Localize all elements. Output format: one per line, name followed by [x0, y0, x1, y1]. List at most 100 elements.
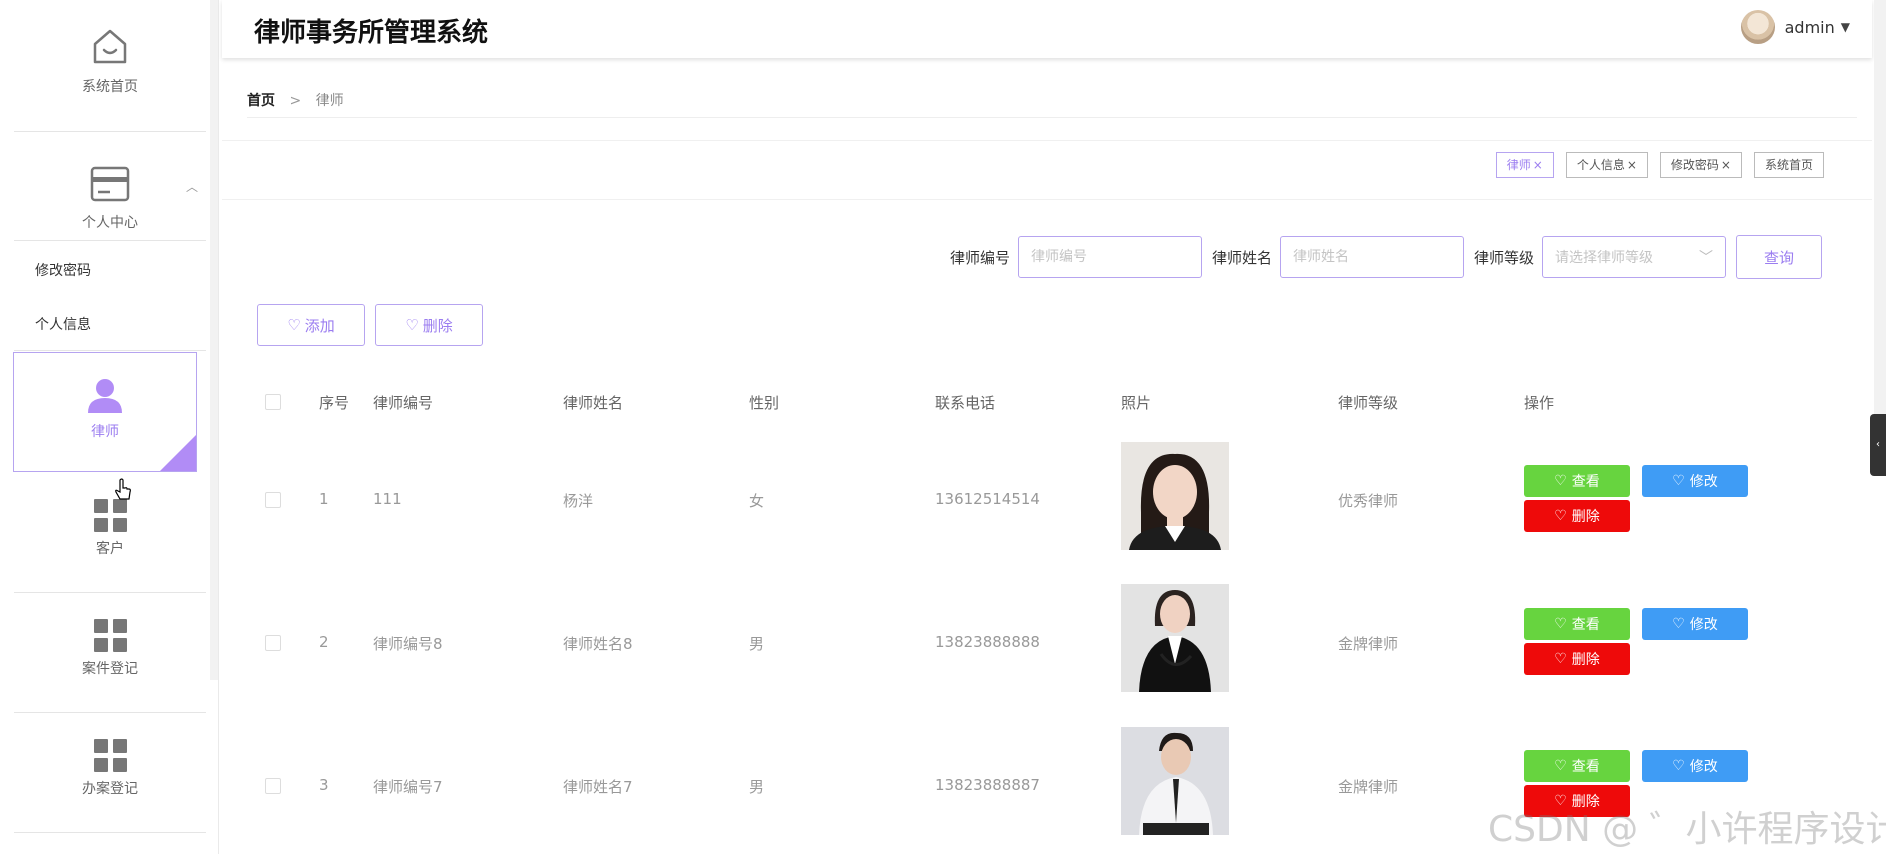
cell-index: 3 [319, 776, 329, 794]
cell-gender: 女 [749, 492, 765, 510]
lawyer-no-label: 律师编号 [950, 248, 1011, 267]
query-button[interactable]: 查询 [1736, 235, 1823, 279]
select-all-checkbox[interactable] [265, 394, 281, 410]
lawyer-level-select[interactable]: 请选择律师等级 ﹀ [1542, 236, 1727, 278]
view-label: 查看 [1571, 617, 1600, 633]
sidebar-item-client-label: 客户 [96, 541, 124, 557]
heart-icon: ♡ [1554, 616, 1567, 632]
lawyer-no-input[interactable] [1018, 236, 1203, 278]
lawyer-photo [1121, 442, 1229, 550]
col-gender: 性别 [749, 394, 780, 412]
cell-level: 金牌律师 [1338, 778, 1399, 796]
edit-button[interactable]: ♡ 修改 [1642, 608, 1748, 640]
divider [14, 240, 206, 241]
sidebar-item-client[interactable]: 客户 [14, 498, 206, 558]
divider [14, 592, 206, 593]
view-button[interactable]: ♡ 查看 [1524, 465, 1630, 497]
cell-phone: 13823888887 [935, 776, 1040, 794]
top-header: 律师事务所管理系统 admin ▼ [222, 0, 1872, 58]
row-checkbox[interactable] [265, 492, 281, 508]
sidebar-item-handle-registration[interactable]: 办案登记 [14, 738, 206, 798]
delete-button[interactable]: ♡ 删除 [1524, 500, 1630, 532]
edit-button[interactable]: ♡ 修改 [1642, 750, 1748, 782]
tag-label: 律师 [1506, 158, 1531, 172]
heart-icon: ♡ [1554, 473, 1567, 489]
page-scrollbar[interactable] [1874, 0, 1886, 414]
tag-change-password[interactable]: 修改密码 × [1659, 152, 1742, 178]
breadcrumb-home[interactable]: 首页 [247, 93, 275, 109]
view-button[interactable]: ♡ 查看 [1524, 750, 1630, 782]
lawyer-name-input[interactable] [1280, 236, 1465, 278]
edit-label: 修改 [1689, 759, 1718, 775]
cell-lawyer-name: 杨洋 [563, 492, 594, 510]
divider [14, 350, 206, 351]
heart-icon: ♡ [1672, 616, 1685, 632]
divider [14, 832, 206, 833]
chevron-up-icon[interactable]: ︿ [186, 178, 198, 195]
sidebar-item-case-registration-label: 案件登记 [82, 661, 138, 677]
heart-icon: ♡ [1554, 758, 1567, 774]
person-icon [88, 379, 122, 413]
cell-level: 优秀律师 [1338, 492, 1399, 510]
col-photo: 照片 [1121, 394, 1152, 412]
heart-icon: ♡ [405, 316, 419, 334]
user-menu[interactable]: admin ▼ [1740, 10, 1850, 44]
hand-cursor-icon [115, 478, 131, 500]
sidebar-item-personal[interactable]: 个人中心 [14, 166, 206, 232]
sidebar-sub-change-password[interactable]: 修改密码 [35, 260, 91, 280]
cell-lawyer-name: 律师姓名7 [563, 778, 633, 796]
close-icon[interactable]: × [1627, 153, 1637, 177]
delete-button[interactable]: ♡ 删除 [1524, 643, 1630, 675]
col-phone: 联系电话 [935, 394, 996, 412]
cell-phone: 13612514514 [935, 490, 1040, 508]
cell-index: 2 [319, 633, 329, 651]
sidebar: 系统首页 个人中心 ︿ 修改密码 个人信息 律师 客户 案件登记 办案登记 [0, 0, 219, 854]
batch-delete-button-label: 删除 [422, 316, 453, 335]
side-toggle-handle[interactable]: ‹ [1870, 414, 1886, 476]
watermark: CSDN @ ゛小许程序设计 [1488, 809, 1886, 850]
cell-gender: 男 [749, 778, 765, 796]
sidebar-sub-personal-info[interactable]: 个人信息 [35, 314, 91, 334]
cell-index: 1 [319, 490, 329, 508]
breadcrumb-current: 律师 [315, 93, 344, 109]
cell-level: 金牌律师 [1338, 635, 1399, 653]
row-checkbox[interactable] [265, 778, 281, 794]
lawyer-level-placeholder: 请选择律师等级 [1555, 250, 1654, 266]
lawyer-name-label: 律师姓名 [1212, 248, 1273, 267]
delete-label: 删除 [1571, 509, 1600, 525]
search-form: 律师编号 律师姓名 律师等级 请选择律师等级 ﹀ 查询 [950, 235, 1823, 279]
batch-delete-button[interactable]: ♡ 删除 [375, 304, 483, 346]
col-level: 律师等级 [1338, 394, 1399, 412]
divider [222, 199, 1872, 200]
tag-home[interactable]: 系统首页 [1753, 152, 1824, 178]
heart-icon: ♡ [1672, 473, 1685, 489]
sidebar-item-handle-registration-label: 办案登记 [82, 781, 138, 797]
col-lawyer-name: 律师姓名 [563, 394, 624, 412]
close-icon[interactable]: × [1533, 153, 1543, 177]
view-button[interactable]: ♡ 查看 [1524, 608, 1630, 640]
tag-personal-info[interactable]: 个人信息 × [1565, 152, 1648, 178]
edit-button[interactable]: ♡ 修改 [1642, 465, 1748, 497]
tag-lawyer[interactable]: 律师 × [1495, 152, 1554, 178]
divider [14, 712, 206, 713]
col-index: 序号 [319, 394, 350, 412]
add-button[interactable]: ♡ 添加 [257, 304, 365, 346]
active-corner-marker [160, 435, 196, 471]
cell-phone: 13823888888 [935, 633, 1040, 651]
close-icon[interactable]: × [1721, 153, 1731, 177]
sidebar-scrollbar[interactable] [210, 0, 218, 680]
divider [222, 140, 1872, 141]
lawyer-level-label: 律师等级 [1474, 248, 1535, 267]
edit-label: 修改 [1689, 474, 1718, 490]
sidebar-item-home[interactable]: 系统首页 [14, 26, 206, 96]
view-label: 查看 [1571, 474, 1600, 490]
grid-icon [93, 619, 127, 652]
cell-lawyer-no: 111 [373, 490, 402, 508]
view-label: 查看 [1571, 759, 1600, 775]
sidebar-item-lawyer[interactable]: 律师 [13, 352, 197, 472]
row-checkbox[interactable] [265, 635, 281, 651]
sidebar-item-case-registration[interactable]: 案件登记 [14, 618, 206, 678]
avatar [1740, 10, 1775, 44]
card-icon [90, 166, 130, 202]
sidebar-item-personal-label: 个人中心 [82, 215, 138, 231]
